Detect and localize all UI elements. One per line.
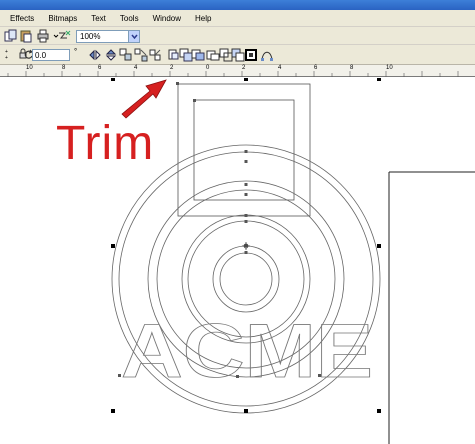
ruler-label: 4: [134, 65, 138, 71]
chevron-down-icon[interactable]: [128, 31, 139, 42]
print-icon[interactable]: [36, 29, 50, 43]
rotation-center-marker: [242, 242, 250, 250]
acme-outline-text: ACME: [121, 309, 373, 394]
zoom-tool-icon[interactable]: [58, 29, 72, 43]
mirror-horizontal-icon[interactable]: [88, 48, 102, 62]
rotation-angle-field[interactable]: 0.0: [32, 49, 70, 61]
annotation-arrow: [121, 79, 167, 119]
ruler-label: 0: [206, 65, 210, 71]
ungroup-icon[interactable]: [134, 48, 148, 62]
ruler-label: 6: [314, 65, 318, 71]
object-position-icon: + +: [2, 47, 12, 61]
degree-unit-label: °: [74, 47, 78, 56]
ruler-label: 8: [350, 65, 354, 71]
copy-icon[interactable]: [4, 29, 18, 43]
combine-icon[interactable]: [148, 48, 162, 62]
ruler-label: 10: [26, 65, 33, 71]
menu-help[interactable]: Help: [195, 14, 211, 23]
menu-window[interactable]: Window: [153, 14, 181, 23]
menu-bar: Effects Bitmaps Text Tools Window Help: [0, 10, 475, 27]
ruler-label: 4: [278, 65, 282, 71]
menu-tools[interactable]: Tools: [120, 14, 139, 23]
rotation-angle-value: 0.0: [35, 51, 47, 60]
zoom-level-value: 100%: [80, 32, 101, 41]
horizontal-ruler[interactable]: 10 8 6 4 2 0 2 4 6 8 10: [0, 65, 475, 77]
paste-icon[interactable]: [19, 29, 33, 43]
convert-to-curves-icon[interactable]: [260, 48, 274, 62]
intersect-icon[interactable]: [191, 48, 205, 62]
menu-text[interactable]: Text: [91, 14, 106, 23]
ruler-label: 8: [62, 65, 66, 71]
trim-annotation-label: Trim: [56, 117, 155, 170]
ruler-ticks: [7, 71, 459, 77]
menu-effects[interactable]: Effects: [10, 14, 34, 23]
ruler-label: 10: [386, 65, 393, 71]
mirror-vertical-icon[interactable]: [104, 48, 118, 62]
outer-rectangle: [177, 83, 311, 217]
back-minus-front-icon[interactable]: [231, 48, 245, 62]
ruler-label: 2: [242, 65, 246, 71]
simplify-icon[interactable]: [206, 48, 220, 62]
chevron-down-icon[interactable]: [49, 29, 59, 43]
menu-bitmaps[interactable]: Bitmaps: [48, 14, 77, 23]
svg-text:+: +: [5, 55, 8, 61]
create-boundary-icon[interactable]: [244, 48, 258, 62]
group-icon[interactable]: [119, 48, 133, 62]
zoom-level-select[interactable]: 100%: [76, 30, 140, 43]
window-title-strip: [0, 0, 475, 10]
ruler-label: 2: [170, 65, 174, 71]
rotate-icon: [22, 48, 33, 62]
page-border: [388, 171, 475, 444]
ruler-label: 6: [98, 65, 102, 71]
